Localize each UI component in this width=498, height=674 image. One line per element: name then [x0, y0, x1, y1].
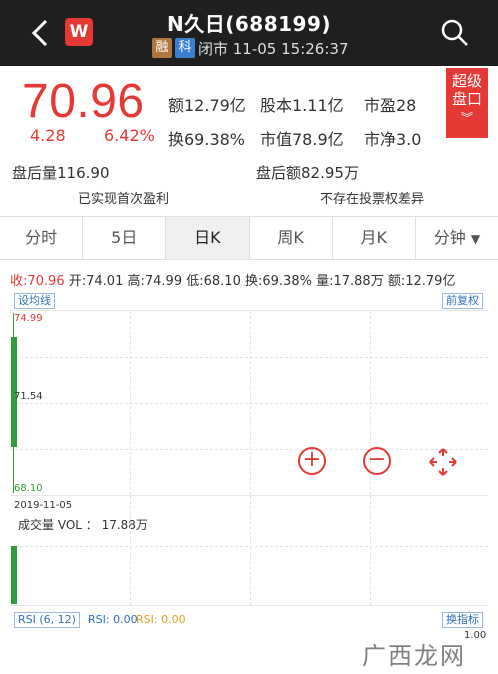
- star-market-tag: 科: [175, 38, 195, 58]
- tab-minute-label: 分钟: [433, 228, 466, 247]
- y-mid-label: 71.54: [14, 391, 43, 402]
- y-min-label: 68.10: [14, 483, 43, 494]
- market-status-line: 融 科 闭市 11-05 15:26:37: [152, 38, 349, 58]
- badge-line-1: 超级: [451, 72, 482, 90]
- after-hours-amount: 盘后额82.95万: [256, 164, 359, 182]
- kline-volume: 量:17.88万: [316, 274, 384, 289]
- market-cap: 市值78.9亿: [260, 130, 344, 149]
- grid-line: [10, 449, 488, 450]
- tab-5day[interactable]: 5日: [83, 217, 167, 259]
- stock-title: N久日(688199): [166, 12, 331, 36]
- badge-line-2: 盘口: [451, 90, 482, 108]
- turnover-rate: 换69.38%: [168, 130, 246, 149]
- grid-line: [10, 546, 488, 547]
- set-ma-button[interactable]: 设均线: [14, 293, 55, 309]
- after-hours-volume: 盘后量116.90: [12, 164, 110, 182]
- top-bar: W N久日(688199) 融 科 闭市 11-05 15:26:37: [0, 0, 498, 66]
- current-price: 70.96: [22, 75, 145, 128]
- price-change-percent: 6.42%: [104, 126, 155, 145]
- kline-chart[interactable]: 74.99 71.54 68.10 + −: [10, 310, 488, 496]
- kline-amount: 额:12.79亿: [387, 274, 456, 289]
- tab-daily-k[interactable]: 日K: [166, 217, 250, 259]
- date-label: 2019-11-05: [14, 500, 73, 511]
- rsi-axis-label: 1.00: [464, 630, 487, 641]
- tab-intraday[interactable]: 分时: [0, 217, 84, 259]
- fullscreen-icon[interactable]: [428, 447, 458, 477]
- y-max-label: 74.99: [14, 313, 43, 324]
- price-change: 4.28: [30, 126, 66, 145]
- tab-weekly-k[interactable]: 周K: [250, 217, 333, 259]
- rsi2-value: RSI: 0.00: [136, 613, 186, 626]
- rsi1-value: RSI: 0.00: [88, 613, 138, 626]
- market-status: 闭市 11-05 15:26:37: [198, 39, 349, 58]
- voting-rights-note: 不存在投票权差异: [320, 192, 425, 207]
- dropdown-arrow-icon: ▼: [470, 232, 481, 246]
- volume-bar: [11, 546, 17, 604]
- super-orderbook-button[interactable]: 超级 盘口 ︾: [446, 68, 488, 138]
- rsi-param-button[interactable]: RSI (6, 12): [14, 612, 80, 628]
- grid-line: [10, 357, 488, 358]
- turnover-amount: 额12.79亿: [168, 96, 246, 115]
- kline-turnover: 换:69.38%: [245, 274, 312, 289]
- kline-info-bar: 收:70.96 开:74.01 高:74.99 低:68.10 换:69.38%…: [10, 270, 455, 289]
- grid-line: [370, 496, 371, 605]
- volume-pane[interactable]: 2019-11-05 成交量 VOL ： 17.88万: [10, 496, 488, 606]
- grid-line: [10, 403, 488, 404]
- switch-indicator-button[interactable]: 换指标: [442, 612, 483, 628]
- pb-ratio: 市净3.0: [364, 130, 422, 149]
- zoom-in-icon[interactable]: +: [298, 447, 326, 475]
- search-icon[interactable]: [440, 18, 470, 48]
- tab-minute[interactable]: 分钟 ▼: [416, 217, 498, 259]
- kline-open: 开:74.01: [68, 274, 124, 289]
- kline-high: 高:74.99: [127, 274, 183, 289]
- share-capital: 股本1.11亿: [260, 96, 344, 115]
- chart-period-tabs: 分时 5日 日K 周K 月K 分钟 ▼: [0, 216, 498, 260]
- chevron-down-icon: ︾: [460, 111, 473, 125]
- watermark-text: 广西龙网: [362, 642, 466, 670]
- grid-line: [130, 496, 131, 605]
- pe-ratio: 市盈28: [364, 96, 417, 115]
- zoom-out-icon[interactable]: −: [363, 447, 391, 475]
- tab-monthly-k[interactable]: 月K: [333, 217, 416, 259]
- margin-tag: 融: [152, 38, 172, 58]
- volume-label: 成交量 VOL ： 17.88万: [18, 518, 148, 532]
- candle-wick: [13, 313, 14, 493]
- kline-close: 收:70.96: [10, 274, 65, 289]
- profit-note: 已实现首次盈利: [78, 192, 170, 207]
- kline-low: 低:68.10: [186, 274, 241, 289]
- grid-line: [250, 496, 251, 605]
- price-adjust-button[interactable]: 前复权: [442, 293, 483, 309]
